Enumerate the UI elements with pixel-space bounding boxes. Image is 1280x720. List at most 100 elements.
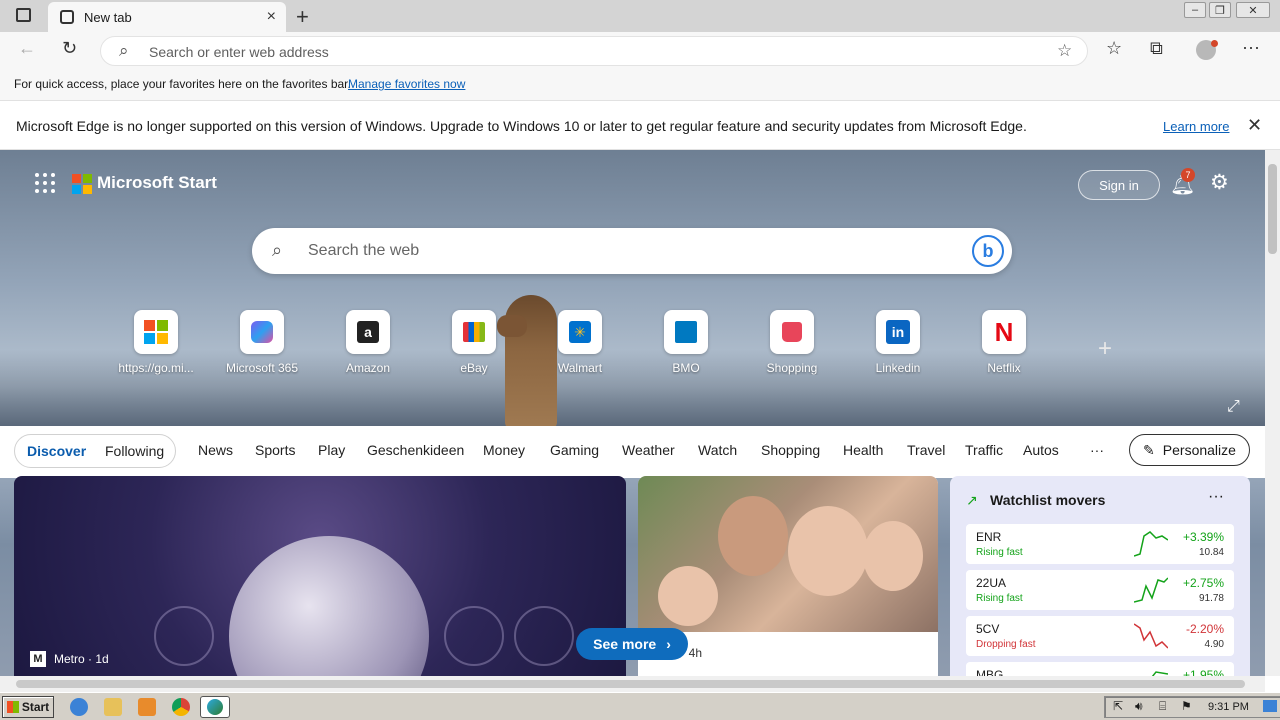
stock-sparkline <box>1134 531 1168 557</box>
netflix-icon: N <box>982 310 1026 354</box>
network-icon[interactable]: ⌸ <box>1159 699 1166 714</box>
stock-price: 4.90 <box>1204 639 1224 650</box>
chrome-icon[interactable] <box>172 698 190 716</box>
internet-explorer-icon[interactable] <box>70 698 88 716</box>
quick-link-label: Linkedin <box>875 361 921 375</box>
watchlist-more-icon[interactable]: ··· <box>1208 488 1224 506</box>
nav-play[interactable]: Play <box>318 442 345 458</box>
add-quick-link-icon[interactable]: + <box>1098 335 1112 363</box>
quick-link-linkedin[interactable]: in Linkedin <box>856 310 940 375</box>
learn-more-link[interactable]: Learn more <box>1163 119 1229 134</box>
nav-shopping[interactable]: Shopping <box>761 442 820 458</box>
nav-travel[interactable]: Travel <box>907 442 945 458</box>
address-placeholder: Search or enter web address <box>149 44 329 60</box>
search-placeholder: Search the web <box>308 242 420 259</box>
nav-money[interactable]: Money <box>483 442 525 458</box>
tab-discover[interactable]: Discover <box>27 443 86 459</box>
nav-autos[interactable]: Autos <box>1023 442 1059 458</box>
featured-article-card[interactable]: M Metro · 1d <box>14 476 626 676</box>
nav-watch[interactable]: Watch <box>698 442 737 458</box>
quick-link-walmart[interactable]: ✳ Walmart <box>538 310 622 375</box>
edge-taskbar-button[interactable] <box>200 696 230 718</box>
article-image-moon <box>154 606 214 666</box>
back-icon[interactable]: ← <box>18 38 36 59</box>
media-player-icon[interactable] <box>138 698 156 716</box>
stock-symbol: 22UA <box>976 576 1007 590</box>
watchlist-title: Watchlist movers <box>990 492 1106 508</box>
article-source: M Metro · 1d <box>30 651 109 667</box>
nav-geschenkideen[interactable]: Geschenkideen <box>367 442 464 458</box>
address-bar[interactable]: ⌕ Search or enter web address ☆ <box>100 36 1088 66</box>
action-center-icon[interactable]: ⚑ <box>1181 699 1192 713</box>
nav-news[interactable]: News <box>198 442 233 458</box>
nav-more[interactable]: ··· <box>1090 442 1104 458</box>
ebay-icon <box>452 310 496 354</box>
app-launcher-icon[interactable] <box>35 173 55 193</box>
walmart-icon: ✳ <box>558 310 602 354</box>
nav-weather[interactable]: Weather <box>622 442 675 458</box>
add-favorite-icon[interactable]: ☆ <box>1057 41 1072 61</box>
quick-link-go-microsoft[interactable]: https://go.mi... <box>114 310 198 375</box>
watchlist-row[interactable]: MBG +1.95% <box>966 662 1234 676</box>
watchlist-row[interactable]: ENR Rising fast +3.39% 10.84 <box>966 524 1234 564</box>
collections-icon[interactable]: ⧉ <box>1150 38 1163 59</box>
stock-price: 10.84 <box>1198 547 1224 558</box>
start-button[interactable]: Start <box>2 696 54 718</box>
favorites-icon[interactable]: ☆ <box>1106 38 1122 59</box>
stock-trend: Rising fast <box>976 593 1023 604</box>
close-infobar-icon[interactable]: ✕ <box>1247 115 1262 136</box>
amazon-icon: a <box>346 310 390 354</box>
see-more-button[interactable]: See more › <box>576 628 688 660</box>
more-options-icon[interactable]: ··· <box>1242 37 1260 58</box>
nav-sports[interactable]: Sports <box>255 442 295 458</box>
tab-new-tab[interactable]: New tab × <box>48 2 286 32</box>
sign-in-button[interactable]: Sign in <box>1078 170 1160 200</box>
edge-icon <box>207 699 223 715</box>
personalize-button[interactable]: ✎ Personalize <box>1129 434 1250 466</box>
linkedin-icon: in <box>876 310 920 354</box>
stock-change: -2.20% <box>1185 622 1224 636</box>
scrollbar-thumb[interactable] <box>1268 164 1277 254</box>
bing-chat-icon[interactable]: b <box>972 235 1004 267</box>
close-tab-icon[interactable]: × <box>267 8 276 26</box>
photo-face <box>658 566 718 626</box>
restore-icon[interactable]: ❐ <box>1209 2 1231 18</box>
show-desktop-icon[interactable] <box>1263 700 1277 712</box>
watchlist-row[interactable]: 5CV Dropping fast -2.20% 4.90 <box>966 616 1234 656</box>
article-source-label: Metro · 1d <box>54 652 109 666</box>
refresh-icon[interactable]: ↻ <box>62 38 77 59</box>
quick-link-microsoft-365[interactable]: Microsoft 365 <box>220 310 304 375</box>
tray-arrow-icon[interactable]: ⇱ <box>1113 699 1123 713</box>
scrollbar-thumb[interactable] <box>16 680 1245 688</box>
stock-sparkline <box>1134 623 1168 649</box>
microsoft-365-icon <box>240 310 284 354</box>
tab-actions-icon[interactable] <box>16 8 31 22</box>
windows-taskbar: Start ⇱ 🔊︎ ⌸ ⚑ 9:31 PM <box>0 692 1280 720</box>
settings-gear-icon[interactable]: ⚙ <box>1210 170 1229 195</box>
quick-link-shopping[interactable]: Shopping <box>750 310 834 375</box>
quick-link-label: Microsoft 365 <box>225 361 299 375</box>
expand-background-icon[interactable]: ⤢ <box>1227 398 1240 416</box>
close-window-icon[interactable]: ✕ <box>1236 2 1270 18</box>
nav-health[interactable]: Health <box>843 442 883 458</box>
quick-link-ebay[interactable]: eBay <box>432 310 516 375</box>
nav-traffic[interactable]: Traffic <box>965 442 1003 458</box>
minimize-icon[interactable]: – <box>1184 2 1206 18</box>
nav-gaming[interactable]: Gaming <box>550 442 599 458</box>
file-explorer-icon[interactable] <box>104 698 122 716</box>
horizontal-scrollbar[interactable] <box>0 676 1265 692</box>
web-search-box[interactable]: ⌕ Search the web b <box>252 228 1012 274</box>
tab-following[interactable]: Following <box>105 443 164 459</box>
personalize-icon: ✎ <box>1143 441 1155 458</box>
quick-link-amazon[interactable]: a Amazon <box>326 310 410 375</box>
favorites-bar: For quick access, place your favorites h… <box>0 70 1280 100</box>
manage-favorites-link[interactable]: Manage favorites now <box>348 77 465 91</box>
vertical-scrollbar[interactable] <box>1265 150 1280 676</box>
volume-icon[interactable]: 🔊︎ <box>1135 699 1143 714</box>
photo-face <box>863 521 923 591</box>
microsoft-logo-icon <box>72 174 92 194</box>
quick-link-bmo[interactable]: BMO <box>644 310 728 375</box>
new-tab-icon[interactable]: + <box>296 4 309 30</box>
quick-link-netflix[interactable]: N Netflix <box>962 310 1046 375</box>
watchlist-row[interactable]: 22UA Rising fast +2.75% 91.78 <box>966 570 1234 610</box>
